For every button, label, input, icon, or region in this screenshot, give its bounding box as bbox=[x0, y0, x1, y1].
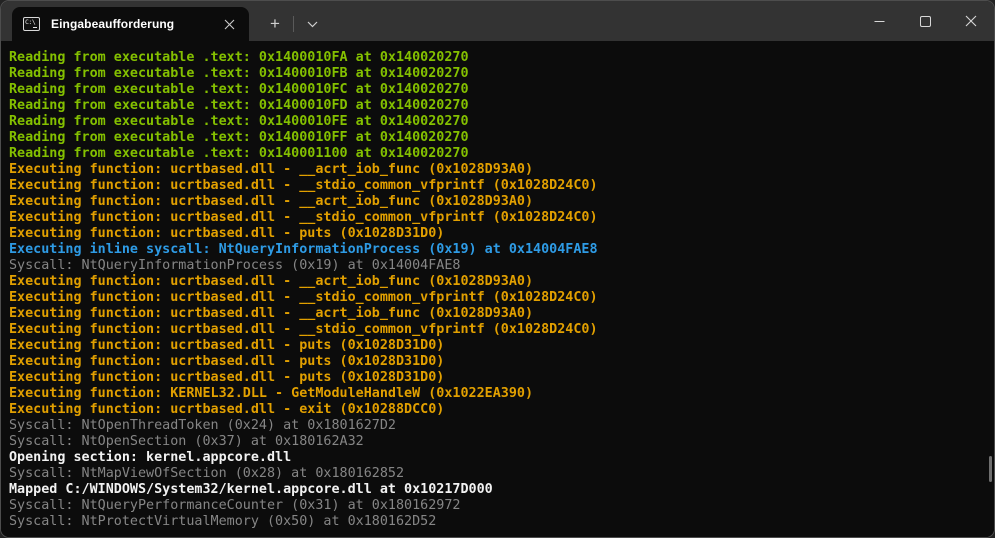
terminal-line: Reading from executable .text: 0x1400010… bbox=[9, 114, 986, 130]
scrollbar-thumb[interactable] bbox=[989, 456, 992, 482]
maximize-button[interactable] bbox=[902, 1, 948, 41]
tab-eingabeaufforderung[interactable]: C:\ Eingabeaufforderung bbox=[12, 7, 249, 41]
terminal-line: Opening section: kernel.appcore.dll bbox=[9, 450, 986, 466]
terminal-line: Executing function: ucrtbased.dll - puts… bbox=[9, 354, 986, 370]
terminal-line: Mapped C:/WINDOWS/System32/kernel.appcor… bbox=[9, 482, 986, 498]
title-bar[interactable]: C:\ Eingabeaufforderung + bbox=[1, 1, 994, 41]
command-prompt-icon-text: C:\ bbox=[25, 19, 35, 26]
command-prompt-icon: C:\ bbox=[23, 17, 40, 31]
terminal-line: Executing function: ucrtbased.dll - puts… bbox=[9, 226, 986, 242]
new-tab-button[interactable]: + bbox=[259, 10, 291, 38]
tab-bar-separator bbox=[293, 16, 294, 32]
chevron-down-icon bbox=[307, 21, 318, 28]
terminal-line: Reading from executable .text: 0x1400010… bbox=[9, 98, 986, 114]
terminal-line: Syscall: NtOpenSection (0x37) at 0x18016… bbox=[9, 434, 986, 450]
terminal-line: Executing function: ucrtbased.dll - __ac… bbox=[9, 274, 986, 290]
terminal-line: Executing function: ucrtbased.dll - __ac… bbox=[9, 162, 986, 178]
terminal-line: Executing function: ucrtbased.dll - __ac… bbox=[9, 194, 986, 210]
minimize-button[interactable] bbox=[856, 1, 902, 41]
terminal-output[interactable]: Reading from executable .text: 0x1400010… bbox=[1, 41, 994, 537]
terminal-line: Executing function: ucrtbased.dll - __st… bbox=[9, 322, 986, 338]
terminal-line: Executing function: ucrtbased.dll - puts… bbox=[9, 370, 986, 386]
command-prompt-icon-cursor bbox=[33, 27, 37, 29]
terminal-line: Executing function: ucrtbased.dll - __st… bbox=[9, 290, 986, 306]
terminal-line: Syscall: NtMapViewOfSection (0x28) at 0x… bbox=[9, 466, 986, 482]
close-button[interactable] bbox=[948, 1, 994, 41]
terminal-line: Executing function: KERNEL32.DLL - GetMo… bbox=[9, 386, 986, 402]
titlebar-drag-region[interactable] bbox=[328, 1, 856, 41]
terminal-line: Executing function: ucrtbased.dll - puts… bbox=[9, 338, 986, 354]
terminal-line: Executing function: ucrtbased.dll - __st… bbox=[9, 178, 986, 194]
tab-close-icon[interactable] bbox=[217, 12, 241, 36]
terminal-window: C:\ Eingabeaufforderung + bbox=[0, 0, 995, 538]
tab-dropdown-button[interactable] bbox=[296, 10, 328, 38]
terminal-line: Reading from executable .text: 0x1400010… bbox=[9, 130, 986, 146]
terminal-line: Executing function: ucrtbased.dll - __st… bbox=[9, 210, 986, 226]
minimize-icon bbox=[874, 16, 885, 27]
close-icon bbox=[965, 15, 977, 27]
terminal-line: Executing function: ucrtbased.dll - __ac… bbox=[9, 306, 986, 322]
terminal-line: Syscall: NtOpenThreadToken (0x24) at 0x1… bbox=[9, 418, 986, 434]
terminal-line: Reading from executable .text: 0x1400010… bbox=[9, 82, 986, 98]
terminal-line: Executing inline syscall: NtQueryInforma… bbox=[9, 242, 986, 258]
terminal-line: Reading from executable .text: 0x1400011… bbox=[9, 146, 986, 162]
maximize-icon bbox=[920, 16, 931, 27]
terminal-line: Reading from executable .text: 0x1400010… bbox=[9, 50, 986, 66]
terminal-lines: Reading from executable .text: 0x1400010… bbox=[9, 50, 986, 530]
tab-title: Eingabeaufforderung bbox=[51, 17, 217, 31]
terminal-line: Syscall: NtQueryInformationProcess (0x19… bbox=[9, 258, 986, 274]
terminal-line: Reading from executable .text: 0x1400010… bbox=[9, 66, 986, 82]
terminal-line: Syscall: NtQueryPerformanceCounter (0x31… bbox=[9, 498, 986, 514]
terminal-line: Executing function: ucrtbased.dll - exit… bbox=[9, 402, 986, 418]
terminal-line: Syscall: NtProtectVirtualMemory (0x50) a… bbox=[9, 514, 986, 530]
